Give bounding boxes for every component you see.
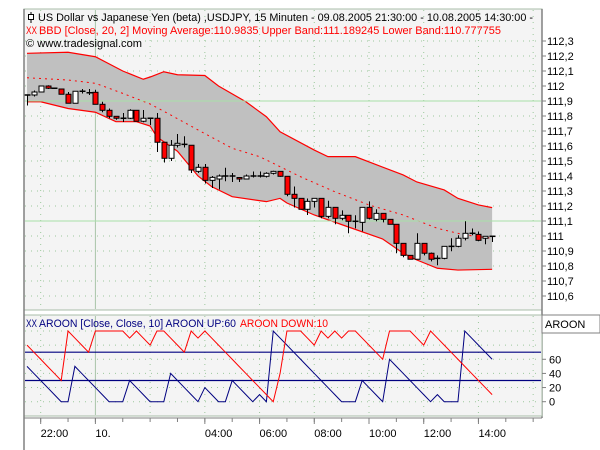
candle-down [92,91,99,105]
candle-down [366,206,373,219]
aroon-legend: AROON [Close, Close, 10] AROON UP:60 [39,318,236,330]
candle-down [202,166,209,181]
price-tick-label: 111 [547,231,564,243]
candle-up [38,85,45,93]
candle-up [359,206,366,223]
time-tick-label: 04:00 [205,428,233,440]
candle-down [332,206,339,219]
aroon-axis: 60 40 20 0 [542,354,561,409]
time-tick-label: 22:00 [41,428,69,440]
price-tick-label: 111,2 [547,201,573,213]
price-tick-label: 110,7 [547,276,574,288]
chart-window: US Dollar vs Japanese Yen (beta) ,USDJPY… [23,8,600,450]
time-tick-label: 08:00 [314,428,342,440]
candle-up [174,142,181,146]
candle-down [236,177,243,180]
price-tick-label: 111,3 [547,186,573,198]
candle-up [441,245,448,259]
candle-down [99,103,106,111]
aroon-tick-label: 0 [549,397,555,409]
candle-up [31,91,38,96]
price-tick-label: 111,1 [547,216,573,228]
bbd-icon: XX [26,25,37,37]
candle-down [188,144,195,171]
candle-up [270,170,277,174]
aroon-tick-label: 60 [549,354,561,366]
candle-down [421,242,428,254]
time-tick-label: 12:00 [424,428,452,440]
candle-up [195,166,202,172]
candle-down [277,170,284,177]
price-tick-label: 111,6 [547,141,573,153]
aroon-tick-label: 40 [549,368,561,380]
candle-up [304,200,311,210]
chart-title: US Dollar vs Japanese Yen (beta) ,USDJPY… [38,12,533,24]
copyright: © www.tradesignal.com [26,38,142,50]
candle-up [325,206,332,217]
candle-up [455,237,462,247]
aroon-panel-label: AROON [545,319,585,331]
candle-down [345,214,352,222]
candle-up [168,144,175,159]
price-tick-label: 112,1 [547,66,574,78]
candle-down [284,175,291,195]
candle-up [216,175,223,180]
candle-down [318,197,325,217]
candle-down [380,212,387,220]
candle-up [243,175,250,180]
time-tick-label: 06:00 [260,428,288,440]
time-axis[interactable]: 22:00 10. 04:00 06:00 08:00 10:00 12:00 14:00 [40,418,534,440]
candle-down [387,218,394,225]
time-tick-label: 10. [95,428,110,440]
candle-up [140,117,147,122]
aroon-icon: XX [26,318,37,330]
aroon-tick-label: 20 [549,383,561,395]
price-tick-label: 111,7 [547,126,573,138]
candle-down [106,109,113,117]
time-tick-label: 14:00 [478,428,506,440]
candle-down [407,254,414,260]
candle-up [72,90,79,104]
price-tick-label: 111,8 [547,111,573,123]
candle-down [45,85,52,89]
candle-down [428,252,435,260]
aroon-down-legend: AROON DOWN:10 [240,318,328,330]
candle-down [393,223,400,244]
price-tick-label: 112 [547,81,565,93]
candle-down [154,117,161,143]
time-tick-label: 10:00 [369,428,397,440]
candle-up [127,109,134,119]
candle-down [161,141,168,159]
candle-down [298,197,305,210]
candle-up [209,176,216,181]
candle-down [133,109,140,122]
candle-up [462,232,469,239]
candle-down [400,242,407,256]
candle-up [373,212,380,220]
candle-up [311,197,318,202]
price-axis[interactable]: 112,3 112,2 112,1 112 111,9 111,8 111,7 111,6 11… [542,36,574,303]
candle-up [263,172,270,177]
price-tick-label: 110,8 [547,261,574,273]
candle-down [65,93,72,104]
candle-down [58,88,65,95]
candle-down [475,233,482,241]
price-tick-label: 112,3 [547,36,574,48]
price-tick-label: 112,2 [547,51,574,63]
price-tick-label: 111,4 [547,171,573,183]
candle-down [113,115,120,119]
bbd-legend: BBD [Close, 20, 2] Moving Average:110.98… [39,25,501,37]
candle-down [291,193,298,199]
price-tick-label: 110,6 [547,291,574,303]
price-tick-label: 111,5 [547,156,573,168]
price-tick-label: 111,9 [547,96,573,108]
price-tick-label: 110,9 [547,246,574,258]
candle-up [414,242,421,260]
candle-up [482,235,489,239]
candle-up [339,214,346,219]
